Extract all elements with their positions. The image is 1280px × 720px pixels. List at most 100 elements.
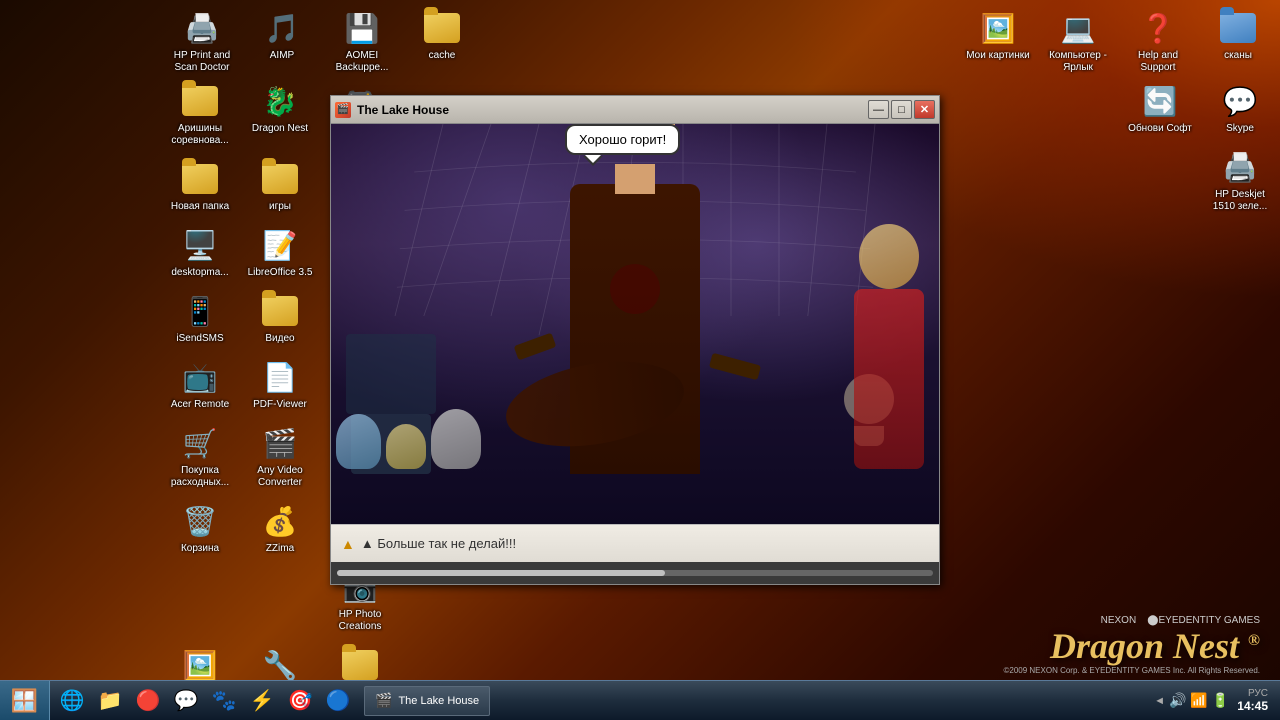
skype-label: Skype — [1226, 123, 1254, 135]
desktop-icon-hp-deskjet[interactable]: 🖨️ HP Deskjet 1510 зеле... — [1200, 141, 1280, 219]
trademark-symbol: ® — [1248, 632, 1260, 649]
start-button[interactable]: 🪟 — [0, 681, 50, 720]
hp-photo-label: HP Photo Creations — [324, 609, 396, 633]
seekbar-track[interactable] — [337, 570, 933, 576]
desktop: 🖨️ HP Print and Scan Doctor 🎵 AIMP 💾 AOM… — [0, 0, 1280, 720]
desktop-icon-aomei[interactable]: 💾 AOMEI Backuppe... — [322, 2, 402, 80]
desktop-icon-igry[interactable]: игры — [240, 153, 320, 219]
clock-time: 14:45 — [1237, 699, 1268, 713]
tray-arrow[interactable]: ◄ — [1154, 695, 1165, 707]
desktop-icon-obnovit[interactable]: 🔄 Обнови Софт — [1120, 75, 1200, 141]
main-character: Хорошо горит! — [495, 124, 775, 474]
korzina-icon: 🗑️ — [180, 501, 220, 541]
bottom-warning-text: ▲ Больше так не делай!!! — [361, 536, 929, 551]
desktop-icon-zzima[interactable]: 💰 ZZima — [240, 495, 320, 561]
pokupka-label: Покупка расходных... — [164, 465, 236, 489]
window-content[interactable]: Хорошо горит! — [331, 124, 939, 524]
aimp-label: AIMP — [270, 50, 294, 62]
desktop-icon-hp-print[interactable]: 🖨️ HP Print and Scan Doctor — [162, 2, 242, 80]
desktop-icon-desktopma[interactable]: 🖥️ desktopma... — [160, 219, 240, 285]
aimp-icon: 🎵 — [262, 8, 302, 48]
computer-label: Компьютер - Ярлык — [1042, 50, 1114, 74]
taskbar-icon-explorer[interactable]: 📁 — [92, 684, 128, 718]
tray-battery-icon[interactable]: 🔋 — [1212, 692, 1229, 709]
desktop-icon-acer-remote[interactable]: 📺 Acer Remote — [160, 351, 240, 417]
window-titlebar[interactable]: 🎬 The Lake House — □ ✕ — [331, 96, 939, 124]
tray-network-icon[interactable]: 📶 — [1190, 692, 1207, 709]
desktop-icon-isendsms[interactable]: 📱 iSendSMS — [160, 285, 240, 351]
window-title-area: 🎬 The Lake House — [335, 102, 449, 118]
help-label: Help and Support — [1122, 50, 1194, 74]
minimize-button[interactable]: — — [868, 100, 889, 119]
computer-icon: 💻 — [1058, 8, 1098, 48]
dragon-nest-label: Dragon Nest — [252, 123, 308, 135]
desktopma-label: desktopma... — [171, 267, 228, 279]
desktop-icon-cache[interactable]: cache — [402, 2, 482, 80]
dn-branding: NEXON ⬤EYEDENTITY GAMES Dragon Nest ® ©2… — [1003, 615, 1260, 675]
taskbar-icon-skype[interactable]: 💬 — [168, 684, 204, 718]
libreoffice-label: LibreOffice 3.5 — [248, 267, 313, 279]
taskbar: 🪟 🌐 📁 🔴 💬 🐾 ⚡ 🎯 🔵 🎬 The Lake House ◄ 🔊 📶… — [0, 680, 1280, 720]
skany-label: сканы — [1224, 50, 1252, 62]
acer-remote-icon: 📺 — [180, 357, 220, 397]
nexon-text: NEXON — [1101, 615, 1137, 626]
papka-slad-icon — [340, 645, 380, 685]
taskbar-icon-unknown2[interactable]: ⚡ — [244, 684, 280, 718]
taskbar-icon-opera[interactable]: 🔴 — [130, 684, 166, 718]
taskbar-app-label: The Lake House — [398, 695, 479, 707]
taskbar-icon-unknown3[interactable]: 🎯 — [282, 684, 318, 718]
window-seekbar[interactable] — [331, 562, 939, 584]
skany-icon — [1218, 8, 1258, 48]
taskbar-icon-unknown1[interactable]: 🐾 — [206, 684, 242, 718]
dragon-nest-icon: 🐉 — [260, 81, 300, 121]
isendsms-icon: 📱 — [180, 291, 220, 331]
taskbar-tray: ◄ 🔊 📶 🔋 РУС 14:45 — [1146, 688, 1280, 713]
desktop-icon-moi-kartinki[interactable]: 🖼️ Мои картинки — [958, 2, 1038, 80]
obnovit-icon: 🔄 — [1140, 81, 1180, 121]
desktop-icon-libreoffice[interactable]: 📝 LibreOffice 3.5 — [240, 219, 320, 285]
close-button[interactable]: ✕ — [914, 100, 935, 119]
window-title-text: The Lake House — [357, 103, 449, 117]
taskbar-clock[interactable]: РУС 14:45 — [1233, 688, 1272, 713]
right-icon-col: 🔄 Обнови Софт 💬 Skype 🖨️ HP Deskjet 1510… — [1120, 75, 1280, 219]
desktop-icon-novaya-papka[interactable]: Новая папка — [160, 153, 240, 219]
any-video-icon: 🎬 — [260, 423, 300, 463]
taskbar-lake-house-app[interactable]: 🎬 The Lake House — [364, 686, 490, 716]
tray-volume-icon[interactable]: 🔊 — [1169, 692, 1186, 709]
desktop-icon-dragon-nest[interactable]: 🐉 Dragon Nest — [240, 75, 320, 153]
desktop-icon-skany[interactable]: сканы — [1198, 2, 1278, 80]
right-top-icon-row: 🖼️ Мои картинки 💻 Компьютер - Ярлык ❓ He… — [956, 0, 1280, 82]
desktop-icon-skype[interactable]: 💬 Skype — [1200, 75, 1280, 141]
desktop-icon-computer[interactable]: 💻 Компьютер - Ярлык — [1038, 2, 1118, 80]
hp-print-label: HP Print and Scan Doctor — [166, 50, 238, 74]
desktop-icon-pokupka[interactable]: 🛒 Покупка расходных... — [160, 417, 240, 495]
desktopma-icon: 🖥️ — [180, 225, 220, 265]
igry-icon — [260, 159, 300, 199]
clock-lang: РУС — [1237, 688, 1268, 699]
maximize-button[interactable]: □ — [891, 100, 912, 119]
taskbar-app-icon: 🎬 — [375, 692, 392, 709]
copyright-text: ©2009 NEXON Corp. & EYEDENTITY GAMES Inc… — [1003, 666, 1260, 675]
taskbar-icon-browser[interactable]: 🌐 — [54, 684, 90, 718]
desktop-icon-help[interactable]: ❓ Help and Support — [1118, 2, 1198, 80]
skype-icon: 💬 — [1220, 81, 1260, 121]
libreoffice-icon: 📝 — [260, 225, 300, 265]
pdf-label: PDF-Viewer — [253, 399, 307, 411]
desktop-icon-korzina[interactable]: 🗑️ Корзина — [160, 495, 240, 561]
korzina-label: Корзина — [181, 543, 219, 555]
desktop-icon-pdf[interactable]: 📄 PDF-Viewer — [240, 351, 320, 417]
desktop-icon-aimp[interactable]: 🎵 AIMP — [242, 2, 322, 80]
taskbar-quick-launch: 🌐 📁 🔴 💬 🐾 ⚡ 🎯 🔵 — [50, 684, 360, 718]
desktop-icon-video[interactable]: Видео — [240, 285, 320, 351]
video-label: Видео — [265, 333, 294, 345]
desktop-icon-any-video[interactable]: 🎬 Any Video Converter — [240, 417, 320, 495]
taskbar-icon-unknown4[interactable]: 🔵 — [320, 684, 356, 718]
dxdiag-icon: 🔧 — [260, 645, 300, 685]
novaya-papka-icon — [180, 159, 220, 199]
novaya-papka-label: Новая папка — [171, 201, 229, 213]
hp-deskjet-icon: 🖨️ — [1220, 147, 1260, 187]
hp-print-icon: 🖨️ — [182, 8, 222, 48]
any-video-label: Any Video Converter — [244, 465, 316, 489]
isendsms-label: iSendSMS — [176, 333, 223, 345]
desktop-icon-arishinyi[interactable]: Аришины соревнова... — [160, 75, 240, 153]
